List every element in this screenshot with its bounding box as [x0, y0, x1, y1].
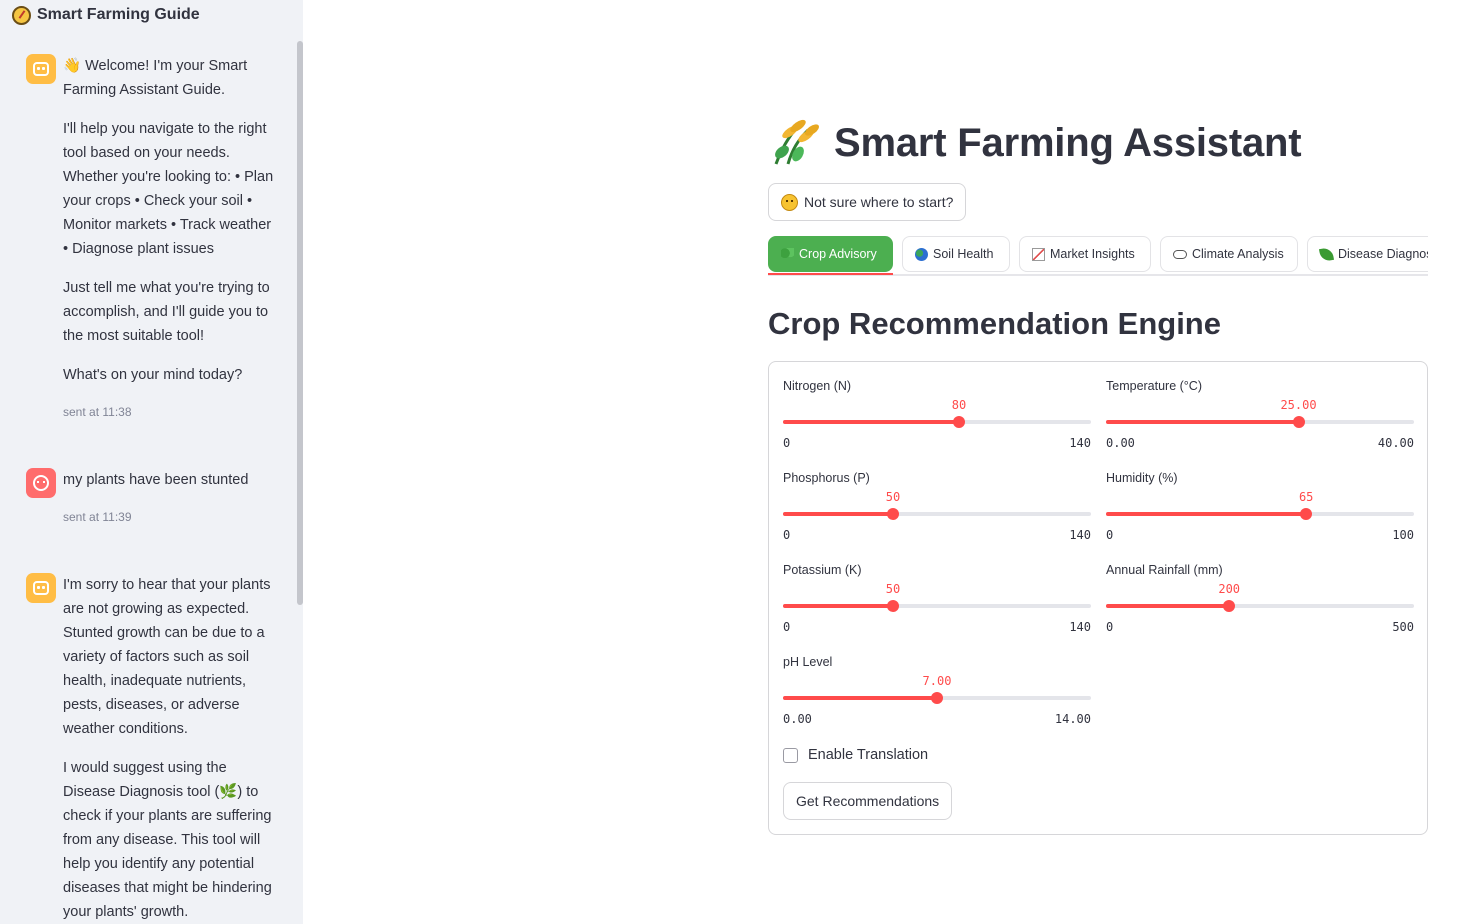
phosphorus-slider[interactable]: Phosphorus (P) 50 0 140: [783, 454, 1091, 542]
translation-checkbox[interactable]: [783, 747, 798, 763]
slider-value: 50: [885, 490, 901, 504]
slider-value: 200: [1218, 582, 1241, 596]
temperature-slider[interactable]: Temperature (°C) 25.00 0.00 40.00: [1106, 362, 1414, 450]
sidebar-scrollbar[interactable]: [297, 41, 303, 605]
slider-thumb[interactable]: [1300, 508, 1313, 520]
slider-track[interactable]: [783, 508, 1091, 520]
cloud-icon: [1173, 249, 1187, 259]
sprout-icon: [781, 247, 794, 261]
ph-slider[interactable]: pH Level 7.00 0.00 14.00: [783, 638, 1091, 726]
humidity-slider[interactable]: Humidity (%) 65 0 100: [1106, 454, 1414, 542]
tool-tabs: Crop Advisory Soil Health Market Insight…: [768, 236, 1428, 276]
slider-label: pH Level: [783, 655, 833, 669]
tab-label: Climate Analysis: [1192, 247, 1284, 261]
message-text: my plants have been stunted: [63, 472, 249, 488]
slider-track[interactable]: [1106, 416, 1414, 428]
slider-min: 0: [1106, 528, 1114, 542]
slider-max: 100: [1392, 528, 1414, 542]
slider-min: 0.00: [1106, 436, 1135, 450]
slider-max: 40.00: [1377, 436, 1414, 450]
get-recommendations-button[interactable]: Get Recommendations: [783, 782, 953, 820]
slider-thumb[interactable]: [931, 692, 943, 704]
slider-value: 50: [885, 582, 901, 596]
globe-icon: [915, 247, 928, 261]
slider-track[interactable]: [1106, 600, 1414, 612]
slider-label: Humidity (%): [1106, 471, 1178, 485]
slider-track[interactable]: [783, 692, 1091, 704]
page-title: Smart Farming Assistant: [834, 120, 1302, 165]
tab-soil-health[interactable]: Soil Health: [902, 236, 1010, 272]
slider-min: 0.00: [783, 712, 812, 726]
tab-label: Soil Health: [933, 247, 994, 261]
thinking-face-icon: [781, 193, 798, 211]
slider-thumb[interactable]: [1223, 600, 1236, 612]
slider-value: 25.00: [1280, 398, 1317, 412]
slider-label: Potassium (K): [783, 563, 862, 577]
slider-label: Phosphorus (P): [783, 471, 870, 485]
slider-min: 0: [783, 436, 791, 450]
tab-label: Market Insights: [1050, 247, 1135, 261]
sidebar-header: Smart Farming Guide: [12, 4, 200, 26]
wheat-icon: [768, 118, 822, 168]
chat-sidebar: Smart Farming Guide 👋 Welcome! I'm your …: [0, 0, 303, 924]
leaf-icon: [1318, 246, 1335, 262]
slider-label: Annual Rainfall (mm): [1106, 563, 1223, 577]
tab-market-insights[interactable]: Market Insights: [1019, 236, 1151, 272]
translation-label: Enable Translation: [808, 747, 929, 763]
translation-toggle[interactable]: Enable Translation: [783, 747, 928, 763]
slider-label: Nitrogen (N): [783, 379, 852, 393]
slider-track[interactable]: [783, 416, 1091, 428]
nitrogen-slider[interactable]: Nitrogen (N) 80 0 140: [783, 362, 1091, 450]
user-avatar-icon: [26, 468, 56, 498]
slider-max: 500: [1392, 620, 1414, 634]
slider-thumb[interactable]: [887, 508, 899, 520]
slider-thumb[interactable]: [887, 600, 899, 612]
message-text: I'm sorry to hear that your plants are n…: [63, 577, 271, 737]
compass-icon: [12, 5, 31, 25]
bot-avatar-icon: [26, 573, 56, 603]
message-text: I'll help you navigate to the right tool…: [63, 121, 274, 257]
slider-track[interactable]: [783, 600, 1091, 612]
message-text: I would suggest using the Disease Diagno…: [63, 760, 272, 920]
rainfall-slider[interactable]: Annual Rainfall (mm) 200 0 500: [1106, 546, 1414, 634]
slider-thumb[interactable]: [1292, 416, 1305, 428]
slider-label: Temperature (°C): [1106, 379, 1202, 393]
sidebar-title: Smart Farming Guide: [37, 6, 200, 23]
message-timestamp: sent at 11:38: [63, 405, 132, 419]
message-text: What's on your mind today?: [63, 367, 243, 383]
bot-avatar-icon: [26, 54, 56, 84]
slider-min: 0: [783, 528, 791, 542]
section-title: Crop Recommendation Engine: [768, 306, 1221, 341]
slider-min: 0: [1106, 620, 1114, 634]
tab-label: Crop Advisory: [799, 247, 877, 261]
tab-climate-analysis[interactable]: Climate Analysis: [1160, 236, 1298, 272]
tab-label: Disease Diagnosis: [1338, 247, 1428, 261]
slider-value: 7.00: [922, 674, 952, 688]
message-timestamp: sent at 11:39: [63, 510, 132, 524]
slider-value: 80: [951, 398, 967, 412]
active-tab-indicator: [768, 273, 893, 275]
slider-track[interactable]: [1106, 508, 1414, 520]
slider-max: 140: [1069, 528, 1091, 542]
help-start-label: Not sure where to start?: [804, 194, 954, 210]
slider-value: 65: [1298, 490, 1314, 504]
tab-crop-advisory[interactable]: Crop Advisory: [768, 236, 893, 272]
help-start-button[interactable]: Not sure where to start?: [768, 183, 967, 221]
page-header: Smart Farming Assistant: [768, 118, 1302, 168]
chart-icon: [1032, 247, 1045, 261]
potassium-slider[interactable]: Potassium (K) 50 0 140: [783, 546, 1091, 634]
slider-thumb[interactable]: [953, 416, 965, 428]
tab-disease-diagnosis[interactable]: Disease Diagnosis: [1307, 236, 1428, 272]
slider-min: 0: [783, 620, 791, 634]
slider-max: 140: [1069, 620, 1091, 634]
slider-max: 14.00: [1054, 712, 1091, 726]
message-text: Just tell me what you're trying to accom…: [63, 280, 270, 344]
message-text: 👋 Welcome! I'm your Smart Farming Assist…: [63, 58, 248, 98]
slider-max: 140: [1069, 436, 1091, 450]
crop-form: Nitrogen (N) 80 0 140 Temperature (°C) 2…: [768, 361, 1428, 835]
